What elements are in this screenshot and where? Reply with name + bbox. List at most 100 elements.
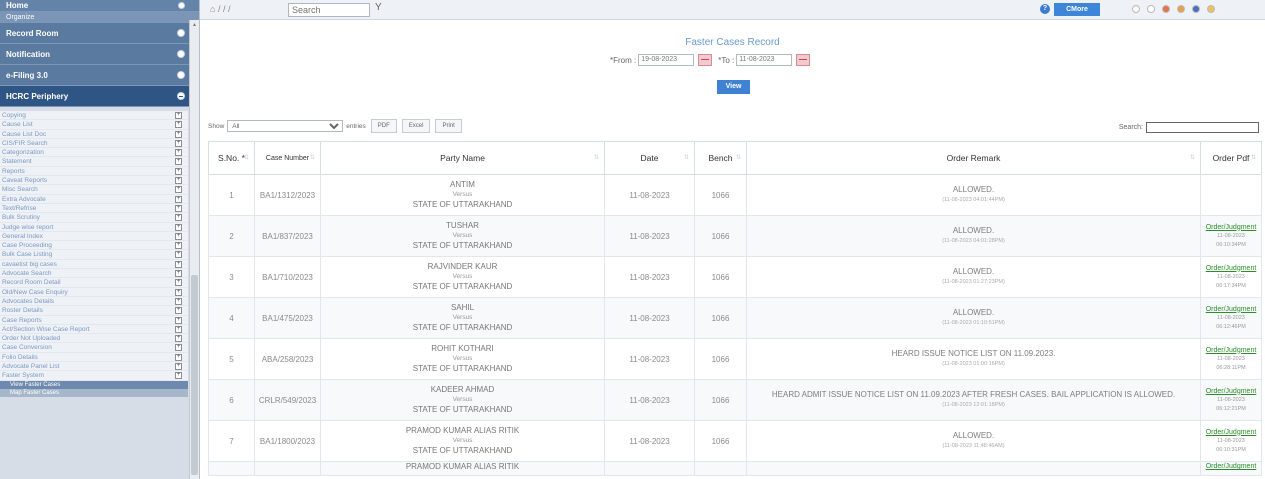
calendar-icon[interactable] (796, 54, 811, 66)
order-judgment-link[interactable]: Order/Judgment (1201, 462, 1261, 471)
table-row[interactable]: 5 ABA/258/2023 ROHIT KOTHARI Versus STATE OF… (208, 338, 1262, 380)
sidebar-item[interactable]: Bulk Scrutiny + (0, 213, 188, 223)
plus-icon[interactable]: + (175, 112, 182, 119)
sidebar-item[interactable]: Case Conversion + (0, 343, 188, 353)
plus-icon[interactable]: + (175, 214, 182, 222)
global-search-input[interactable] (288, 3, 370, 17)
print-button[interactable]: Print (435, 119, 462, 133)
from-date-input[interactable]: 19-08-2023 (638, 54, 695, 66)
column-header[interactable]: Case Number ⇅ (254, 141, 321, 175)
theme-color-dot[interactable] (1162, 5, 1170, 13)
plus-icon[interactable]: + (175, 353, 182, 361)
sidebar-item[interactable]: cavaetist big cases + (0, 260, 188, 270)
sidebar-item[interactable]: Act/Section Wise Case Report + (0, 325, 188, 335)
plus-icon[interactable]: + (175, 223, 182, 231)
sidebar-item[interactable]: Misc Search + (0, 185, 188, 195)
sidebar-item[interactable]: Statement + (0, 157, 188, 167)
order-judgment-link[interactable]: Order/Judgment (1201, 346, 1261, 355)
expand-icon[interactable] (177, 29, 185, 37)
order-judgment-link[interactable]: Order/Judgment (1201, 387, 1261, 396)
sidebar-section-0[interactable]: Home (0, 0, 199, 12)
sidebar-item[interactable]: Record Room Detail + (0, 278, 188, 288)
column-header[interactable]: Order Remark ⇅ (746, 141, 1201, 175)
theme-color-dot[interactable] (1132, 5, 1140, 13)
plus-icon[interactable]: + (175, 232, 182, 240)
sidebar-item[interactable]: Advocate Search + (0, 269, 188, 279)
plus-icon[interactable]: + (175, 139, 182, 147)
sidebar-item[interactable]: Caveat Reports + (0, 176, 188, 186)
sidebar-item[interactable]: Cause List + (0, 120, 188, 130)
table-row[interactable]: 1 BA1/1312/2023 ANTIM Versus STATE OF UTTARA… (208, 174, 1262, 216)
table-row[interactable]: 3 BA1/710/2023 RAJVINDER KAUR Versus STATE O… (208, 256, 1262, 298)
plus-icon[interactable]: + (175, 121, 182, 129)
plus-icon[interactable]: + (175, 242, 182, 250)
home-icon[interactable]: ⌂ / / / (210, 4, 230, 14)
excel-button[interactable]: Excel (401, 119, 431, 133)
plus-icon[interactable]: + (175, 204, 182, 212)
plus-icon[interactable]: + (175, 260, 182, 268)
sidebar-subitem[interactable]: View Faster Cases (0, 380, 188, 389)
sidebar-section-4[interactable]: e-Filing 3.0 (0, 65, 199, 86)
table-row[interactable]: 4 BA1/475/2023 SAHIL Versus STATE OF UTTARAK… (208, 297, 1262, 339)
table-row[interactable]: PRAMOD KUMAR ALIAS RITIK Order/Judgment (208, 461, 1262, 476)
order-judgment-link[interactable]: Order/Judgment (1201, 305, 1261, 314)
table-row[interactable]: 7 BA1/1800/2023 PRAMOD KUMAR ALIAS RITIK Ve… (208, 420, 1262, 462)
sidebar-item[interactable]: Order Not Uploaded + (0, 334, 188, 344)
sidebar-item[interactable]: Faster System + (0, 371, 188, 381)
table-row[interactable]: 2 BA1/837/2023 TUSHAR Versus STATE OF UTTARA… (208, 215, 1262, 257)
cmore-button[interactable]: CMore (1054, 3, 1100, 16)
plus-icon[interactable]: + (175, 372, 182, 380)
calendar-icon[interactable] (698, 54, 713, 66)
sidebar-item[interactable]: Roster Details + (0, 306, 188, 316)
plus-icon[interactable]: + (175, 325, 182, 333)
sidebar-item[interactable]: Judge wise report + (0, 223, 188, 232)
sidebar-scrollbar[interactable]: ▲ (189, 20, 199, 479)
sidebar-section-3[interactable]: Notification (0, 44, 199, 65)
table-row[interactable]: 6 CRLR/549/2023 KADEER AHMAD Versus STATE OF… (208, 379, 1262, 421)
sidebar-item[interactable]: Categorization + (0, 148, 188, 158)
sidebar-item[interactable]: Case Proceeding + (0, 241, 188, 251)
scrollbar-thumb[interactable] (191, 275, 198, 475)
sidebar-item[interactable]: Old/New Case Enquiry + (0, 288, 188, 297)
sidebar-item[interactable]: Cause List Doc + (0, 130, 188, 139)
sidebar-item[interactable]: Advocate Panel List + (0, 362, 188, 372)
sidebar-section-5[interactable]: HCRC Periphery (0, 86, 199, 107)
theme-color-dot[interactable] (1177, 5, 1185, 13)
column-header[interactable]: Bench ⇅ (694, 141, 747, 175)
help-icon[interactable]: ? (1040, 4, 1050, 14)
column-header[interactable]: Party Name ⇅ (320, 141, 605, 175)
sort-icon[interactable]: ⇅ (1190, 154, 1195, 161)
plus-icon[interactable]: + (175, 297, 182, 305)
plus-icon[interactable]: + (175, 288, 182, 296)
order-judgment-link[interactable]: Order/Judgment (1201, 428, 1261, 437)
plus-icon[interactable]: + (175, 251, 182, 259)
sidebar-item[interactable]: General Index + (0, 232, 188, 242)
order-judgment-link[interactable]: Order/Judgment (1201, 223, 1261, 232)
theme-color-dot[interactable] (1147, 5, 1155, 13)
plus-icon[interactable]: + (175, 167, 182, 175)
sort-icon[interactable]: ⇅ (310, 154, 315, 163)
sort-icon[interactable]: ⇅ (684, 154, 689, 161)
sidebar-item[interactable]: Case Reports + (0, 316, 188, 325)
filter-icon[interactable]: Y (375, 2, 382, 13)
theme-color-dot[interactable] (1207, 5, 1215, 13)
plus-icon[interactable]: + (175, 335, 182, 343)
sort-icon[interactable]: ⇅ (736, 154, 741, 161)
plus-icon[interactable]: + (175, 316, 182, 324)
table-search-input[interactable] (1146, 122, 1259, 133)
view-button[interactable]: View (717, 80, 750, 94)
plus-icon[interactable]: + (175, 177, 182, 185)
entries-select[interactable]: All (227, 120, 344, 132)
sidebar-item[interactable]: Text/Refrise + (0, 204, 188, 214)
plus-icon[interactable]: + (175, 307, 182, 315)
sidebar-item[interactable]: Extra Advocate + (0, 195, 188, 204)
plus-icon[interactable]: + (175, 186, 182, 194)
column-header[interactable]: Order Pdf ⇅ (1200, 141, 1262, 175)
plus-icon[interactable]: + (175, 344, 182, 352)
sidebar-section-2[interactable]: Record Room (0, 23, 199, 44)
theme-color-dot[interactable] (1192, 5, 1200, 13)
sidebar-item[interactable]: Bulk Case Listing + (0, 250, 188, 260)
sidebar-subitem[interactable]: Map Faster Cases (0, 388, 188, 397)
column-header[interactable]: Date ⇅ (604, 141, 695, 175)
sort-icon[interactable]: ⇅ (594, 154, 599, 161)
